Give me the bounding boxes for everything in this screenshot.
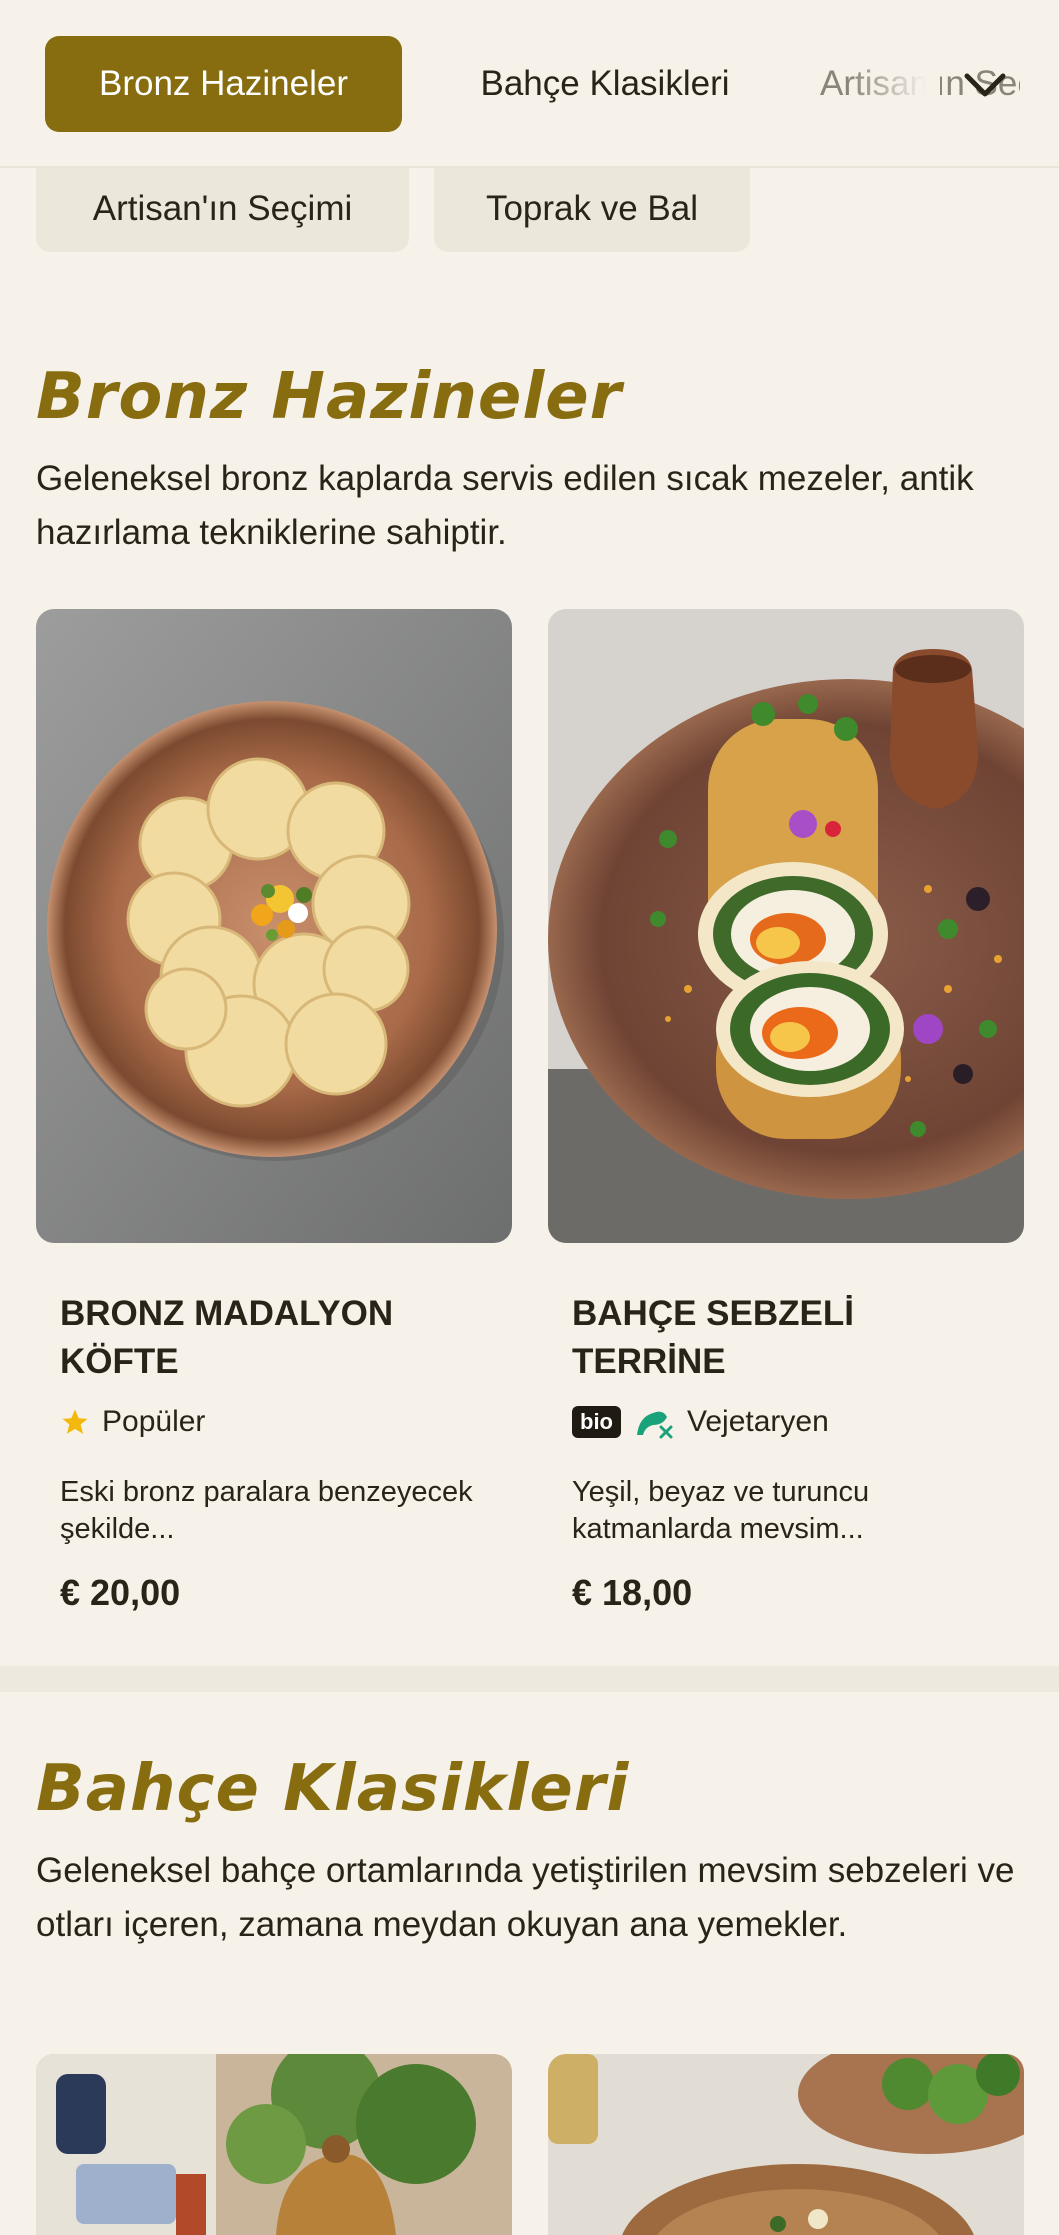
- dish-description: Yeşil, beyaz ve turuncu katmanlarda mevs…: [572, 1476, 870, 1545]
- tab-bahce-klasikleri[interactable]: Bahçe Klasikleri: [440, 36, 770, 132]
- dish-description: Eski bronz paralara benzeyecek şekilde..…: [60, 1476, 473, 1545]
- section-description: Geleneksel bronz kaplarda servis edilen …: [36, 459, 974, 552]
- tab-overflow-fade: [850, 40, 940, 130]
- dish-image[interactable]: [548, 2054, 1024, 2235]
- star-icon: [62, 1409, 88, 1434]
- dish-image-bronz-madalyon-kofte[interactable]: [36, 609, 512, 1243]
- section-description: Geleneksel bahçe ortamlarında yetiştiril…: [36, 1851, 1015, 1944]
- expand-tabs-button[interactable]: [960, 60, 1010, 110]
- tab-bronz-hazineler[interactable]: Bronz Hazineler: [45, 36, 402, 132]
- dish-image-bahce-sebzeli-terrine[interactable]: [548, 609, 1024, 1243]
- popular-label: Popüler: [102, 1405, 206, 1438]
- category-tab-bar: Bronz Hazineler Bahçe Klasikleri Artisan…: [0, 0, 1059, 168]
- dish-tags: Popüler: [60, 1402, 205, 1442]
- bio-badge: bio: [572, 1406, 621, 1438]
- vegetarian-icon: [637, 1411, 673, 1439]
- dish-image[interactable]: [36, 2054, 512, 2235]
- vegetarian-label: Vejetaryen: [687, 1405, 829, 1438]
- section-title: Bronz Hazineler: [36, 360, 623, 434]
- dish-price: € 18,00: [572, 1572, 693, 1613]
- dish-tags: bio Vejetaryen: [572, 1402, 829, 1442]
- chip-artisanin-secimi[interactable]: Artisan'ın Seçimi: [36, 166, 409, 252]
- chevron-down-icon: [964, 73, 1006, 97]
- section-divider: [0, 1666, 1059, 1692]
- dish-name[interactable]: BRONZ MADALYON KÖFTE: [60, 1290, 480, 1386]
- section-title: Bahçe Klasikleri: [36, 1752, 630, 1826]
- dish-name[interactable]: BAHÇE SEBZELİ TERRİNE: [572, 1290, 992, 1386]
- chip-toprak-ve-bal[interactable]: Toprak ve Bal: [434, 166, 750, 252]
- dish-price: € 20,00: [60, 1572, 181, 1613]
